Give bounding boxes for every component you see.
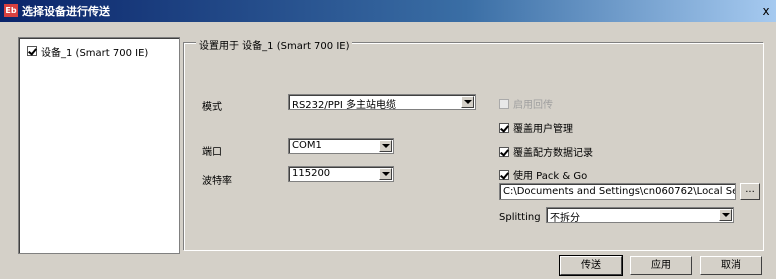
- use-packgo-option[interactable]: 使用 Pack & Go: [499, 167, 587, 182]
- chevron-down-icon[interactable]: [379, 140, 392, 152]
- apply-button[interactable]: 应用: [630, 256, 692, 275]
- browse-button[interactable]: ...: [740, 183, 760, 200]
- splitting-value: 不拆分: [550, 213, 580, 224]
- enable-backup-label: 启用回传: [513, 100, 553, 111]
- chevron-down-icon[interactable]: [719, 209, 732, 221]
- overwrite-recipe-label: 覆盖配方数据记录: [513, 148, 593, 159]
- overwrite-recipe-option[interactable]: 覆盖配方数据记录: [499, 144, 593, 159]
- port-value: COM1: [292, 140, 322, 151]
- device-checkbox[interactable]: [27, 46, 37, 56]
- baud-value: 115200: [292, 168, 331, 179]
- splitting-select[interactable]: 不拆分: [546, 207, 734, 224]
- cancel-button[interactable]: 取消: [700, 256, 762, 275]
- mode-label: 模式: [202, 102, 222, 113]
- port-label: 端口: [202, 147, 222, 158]
- device-list-item[interactable]: 设备_1 (Smart 700 IE): [27, 44, 149, 59]
- settings-group: 设置用于 设备_1 (Smart 700 IE) 模式 RS232/PPI 多主…: [184, 32, 764, 252]
- overwrite-user-label: 覆盖用户管理: [513, 124, 573, 135]
- path-value: C:\Documents and Settings\cn060762\Local…: [503, 186, 735, 197]
- window-title: 选择设备进行传送: [22, 5, 110, 18]
- baud-select[interactable]: 115200: [288, 166, 394, 182]
- port-select[interactable]: COM1: [288, 138, 394, 154]
- device-list: 设备_1 (Smart 700 IE): [18, 37, 180, 254]
- chevron-down-icon[interactable]: [461, 96, 474, 108]
- transfer-button[interactable]: 传送: [559, 255, 623, 276]
- overwrite-recipe-checkbox[interactable]: [499, 146, 509, 157]
- baud-label: 波特率: [202, 176, 232, 187]
- use-packgo-checkbox[interactable]: [499, 169, 509, 180]
- mode-value: RS232/PPI 多主站电缆: [292, 100, 396, 111]
- chevron-down-icon[interactable]: [379, 168, 392, 180]
- enable-backup-option[interactable]: 启用回传: [499, 96, 553, 111]
- title-bar: Eb 选择设备进行传送 x: [0, 0, 776, 22]
- close-button[interactable]: x: [758, 3, 774, 19]
- overwrite-user-checkbox[interactable]: [499, 122, 509, 133]
- splitting-label: Splitting: [499, 212, 541, 223]
- use-packgo-label: 使用 Pack & Go: [513, 171, 588, 182]
- overwrite-user-option[interactable]: 覆盖用户管理: [499, 120, 573, 135]
- app-icon: Eb: [4, 4, 18, 17]
- mode-select[interactable]: RS232/PPI 多主站电缆: [288, 94, 476, 111]
- device-label: 设备_1 (Smart 700 IE): [41, 47, 149, 59]
- enable-backup-checkbox[interactable]: [499, 98, 509, 109]
- group-title: 设置用于 设备_1 (Smart 700 IE): [196, 37, 353, 52]
- path-field[interactable]: C:\Documents and Settings\cn060762\Local…: [499, 183, 736, 200]
